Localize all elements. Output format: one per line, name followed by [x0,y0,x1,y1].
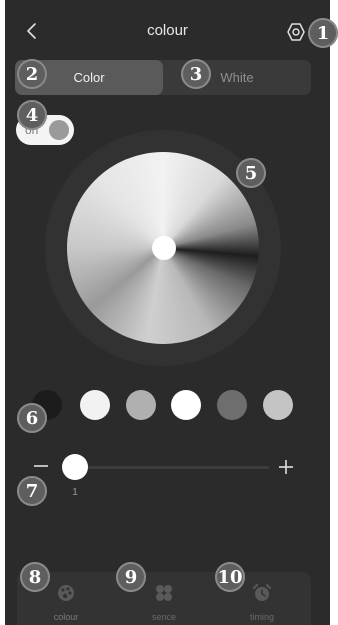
annotation-badge: 9 [116,562,146,592]
annotation-badge: 7 [17,476,47,506]
nav-label-timing: timing [249,612,274,622]
phone-screen: colour Color White on 1 colour sence tim… [5,0,330,625]
annotation-badge: 8 [20,562,50,592]
clover-icon [156,585,172,601]
brightness-value: 1 [72,487,78,498]
color-swatch[interactable] [217,390,247,420]
annotation-badge: 3 [181,59,211,89]
settings-icon[interactable] [284,20,308,44]
nav-label-sence: sence [151,612,177,622]
color-swatch[interactable] [171,390,201,420]
color-picker-handle[interactable] [152,236,176,260]
nav-label-colour: colour [53,612,79,622]
toggle-knob [49,120,69,140]
color-swatch[interactable] [80,390,110,420]
annotation-badge: 4 [17,100,47,130]
palette-icon [58,585,74,601]
alarm-clock-icon [253,584,271,601]
bottom-nav: colour sence timing [17,572,311,625]
color-swatch[interactable] [263,390,293,420]
plus-icon[interactable] [278,459,294,475]
annotation-badge: 1 [308,18,338,48]
annotation-badge: 10 [215,562,245,592]
brightness-slider-track[interactable] [63,466,269,469]
annotation-badge: 5 [236,158,266,188]
page-title: colour [147,22,188,39]
minus-icon[interactable] [33,458,49,474]
mode-tabs: Color White [15,60,311,95]
annotation-badge: 2 [17,59,47,89]
header: colour [5,0,330,60]
annotation-badge: 6 [17,403,47,433]
color-swatch[interactable] [126,390,156,420]
brightness-slider-thumb[interactable] [62,454,88,480]
